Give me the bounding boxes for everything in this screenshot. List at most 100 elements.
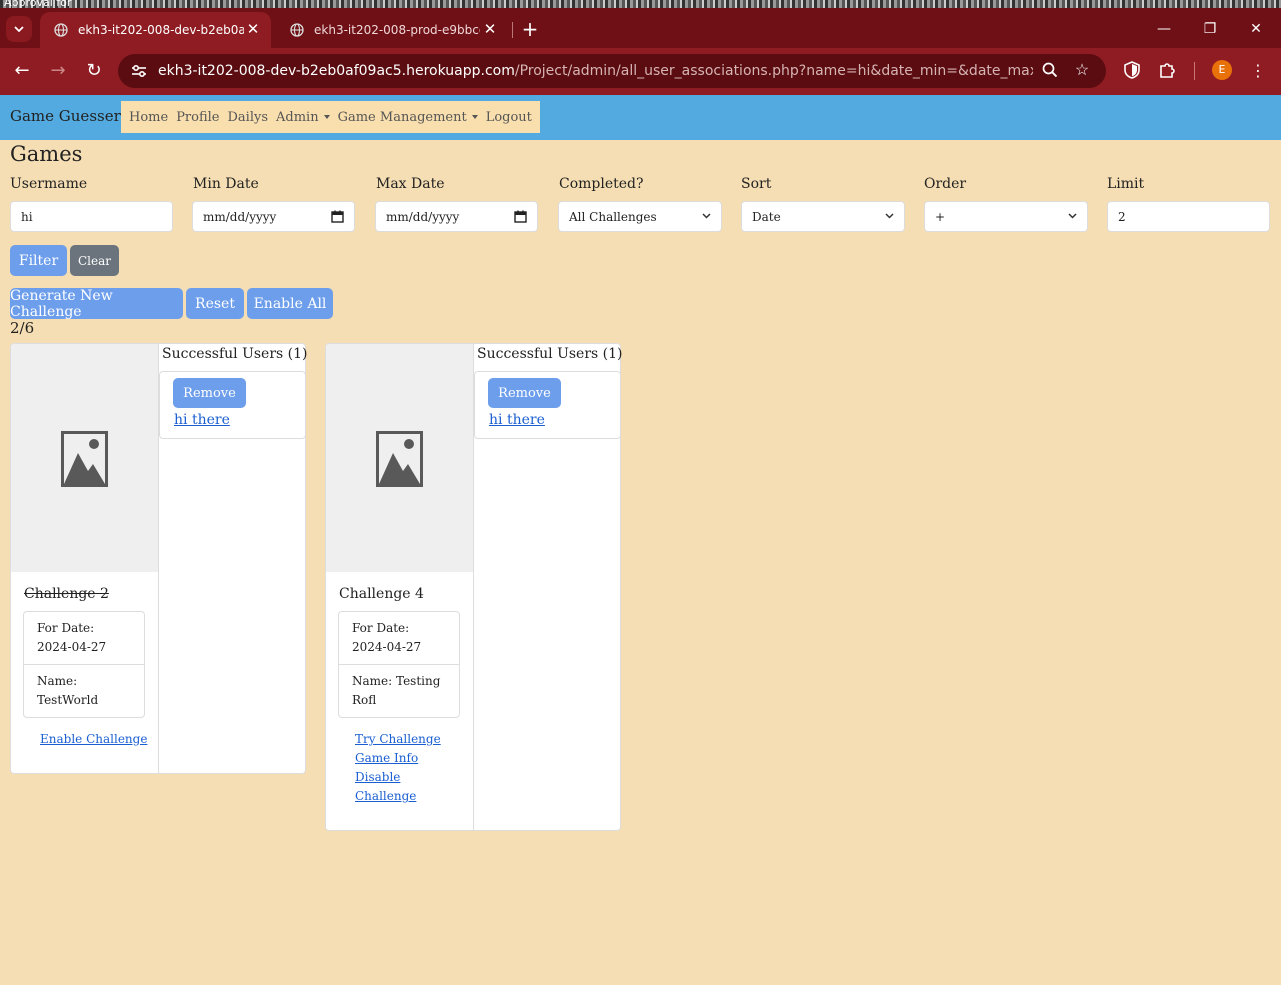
calendar-icon[interactable] [331, 210, 344, 223]
nav-dailys[interactable]: Dailys [224, 110, 273, 125]
nav-admin-dropdown[interactable]: Admin [272, 110, 334, 125]
globe-icon [54, 23, 68, 37]
game-info-link[interactable]: Game Info [355, 749, 441, 768]
nav-profile[interactable]: Profile [172, 110, 223, 125]
nav-menu: Home Profile Dailys Admin Game Managemen… [121, 101, 540, 133]
max-date-input[interactable]: mm/dd/yyyy [375, 201, 538, 232]
bookmark-star-icon[interactable]: ☆ [1072, 60, 1092, 80]
site-info-icon[interactable] [130, 62, 148, 80]
challenge-actions: Try Challenge Game Info Disable Challeng… [355, 730, 441, 806]
generate-challenge-button[interactable]: Generate New Challenge [10, 288, 183, 320]
disable-challenge-link[interactable]: Disable Challenge [355, 768, 425, 806]
image-placeholder-icon [61, 431, 108, 487]
successful-users-panel: Successful Users (1) Remove hi there [473, 344, 623, 830]
successful-users-title: Successful Users (1) [477, 346, 623, 362]
order-select[interactable]: + [924, 201, 1088, 232]
chevron-down-icon [14, 26, 24, 33]
restore-icon[interactable]: ❐ [1187, 16, 1233, 42]
sort-select[interactable]: Date [741, 201, 905, 232]
min-date-label: Min Date [193, 176, 259, 192]
sort-value: Date [752, 209, 781, 224]
username-value: hi [21, 209, 33, 224]
challenge-title: Challenge 4 [339, 586, 424, 602]
browser-toolbar: ← → ↻ ekh3-it202-008-dev-b2eb0af09ac5.he… [0, 48, 1281, 95]
tab-title: ekh3-it202-008-prod-e9bbcd10 [314, 23, 480, 37]
image-placeholder-icon [376, 431, 423, 487]
limit-label: Limit [1107, 176, 1145, 192]
challenge-title: Challenge 2 [24, 586, 109, 602]
tab-title: ekh3-it202-008-dev-b2eb0af09ac5 [78, 23, 244, 37]
reset-button[interactable]: Reset [186, 288, 244, 319]
challenge-actions: Enable Challenge [40, 730, 147, 749]
nav-game-management-dropdown[interactable]: Game Management [334, 110, 482, 125]
challenge-info: For Date: 2024-04-27 Name: Testing Rofl [338, 611, 460, 718]
order-value: + [935, 209, 946, 224]
username-input[interactable]: hi [10, 201, 173, 232]
user-link[interactable]: hi there [489, 412, 545, 428]
tab-prod[interactable]: ekh3-it202-008-prod-e9bbcd10 ✕ [276, 12, 508, 48]
more-menu-icon[interactable]: ⋮ [1248, 61, 1268, 81]
min-date-value: mm/dd/yyyy [203, 209, 277, 224]
enable-challenge-link[interactable]: Enable Challenge [40, 730, 147, 749]
try-challenge-link[interactable]: Try Challenge [355, 730, 441, 749]
completed-value: All Challenges [569, 209, 657, 224]
url-path: /Project/admin/all_user_associations.php… [514, 63, 1033, 79]
back-icon[interactable]: ← [9, 58, 35, 84]
completed-select[interactable]: All Challenges [558, 201, 722, 232]
successful-user-item: Remove hi there [159, 371, 306, 439]
extensions-puzzle-icon[interactable] [1158, 61, 1178, 81]
successful-users-panel: Successful Users (1) Remove hi there [158, 344, 308, 773]
limit-value: 2 [1118, 209, 1126, 224]
chevron-down-icon [885, 213, 894, 219]
successful-users-title: Successful Users (1) [162, 346, 308, 362]
challenge-image-placeholder [326, 344, 473, 572]
username-label: Usermame [10, 176, 88, 192]
minimize-icon[interactable]: — [1141, 16, 1187, 42]
challenge-name: Name: TestWorld [24, 664, 144, 717]
result-count: 2/6 [10, 319, 35, 337]
tab-search-button[interactable] [6, 16, 32, 42]
enable-all-button[interactable]: Enable All [247, 288, 333, 319]
remove-user-button[interactable]: Remove [488, 378, 561, 408]
reload-icon[interactable]: ↻ [81, 58, 107, 84]
chevron-down-icon [702, 213, 711, 219]
caret-down-icon [323, 115, 330, 119]
nav-home[interactable]: Home [125, 110, 172, 125]
zoom-icon[interactable] [1040, 62, 1060, 82]
challenge-card: Challenge 4 For Date: 2024-04-27 Name: T… [325, 343, 623, 831]
challenge-name: Name: Testing Rofl [339, 664, 459, 717]
close-tab-icon[interactable]: ✕ [482, 20, 498, 38]
site-navbar: Game Guesser Home Profile Dailys Admin G… [0, 95, 1281, 140]
address-bar[interactable]: ekh3-it202-008-dev-b2eb0af09ac5.herokuap… [118, 54, 1106, 88]
card-body: Challenge 4 For Date: 2024-04-27 Name: T… [326, 344, 473, 830]
sort-label: Sort [741, 176, 772, 192]
profile-avatar[interactable]: E [1212, 60, 1232, 80]
challenge-for-date: For Date: 2024-04-27 [37, 621, 107, 654]
challenge-for-date: For Date: 2024-04-27 [352, 621, 422, 654]
shield-extension-icon[interactable] [1122, 61, 1142, 81]
filter-button[interactable]: Filter [10, 245, 67, 276]
remove-user-button[interactable]: Remove [173, 378, 246, 408]
forward-icon[interactable]: → [45, 58, 71, 84]
close-tab-icon[interactable]: ✕ [245, 20, 261, 38]
tab-separator [512, 22, 513, 38]
min-date-input[interactable]: mm/dd/yyyy [192, 201, 355, 232]
user-link[interactable]: hi there [174, 412, 230, 428]
clear-button[interactable]: Clear [70, 245, 119, 276]
tab-dev[interactable]: ekh3-it202-008-dev-b2eb0af09ac5 ✕ [40, 12, 271, 48]
globe-icon [290, 23, 304, 37]
caret-down-icon [471, 115, 478, 119]
calendar-icon[interactable] [514, 210, 527, 223]
challenge-info: For Date: 2024-04-27 Name: TestWorld [23, 611, 145, 718]
max-date-label: Max Date [376, 176, 445, 192]
toolbar-separator [1194, 62, 1195, 80]
completed-label: Completed? [559, 176, 644, 192]
brand-link[interactable]: Game Guesser [10, 107, 121, 125]
limit-input[interactable]: 2 [1107, 201, 1270, 232]
window-close-icon[interactable]: ✕ [1233, 16, 1279, 42]
new-tab-button[interactable]: + [518, 18, 542, 42]
nav-game-management-label: Game Management [337, 109, 467, 125]
page-title: Games [10, 142, 83, 166]
nav-logout[interactable]: Logout [482, 110, 536, 125]
url-text: ekh3-it202-008-dev-b2eb0af09ac5.herokuap… [158, 63, 1033, 79]
